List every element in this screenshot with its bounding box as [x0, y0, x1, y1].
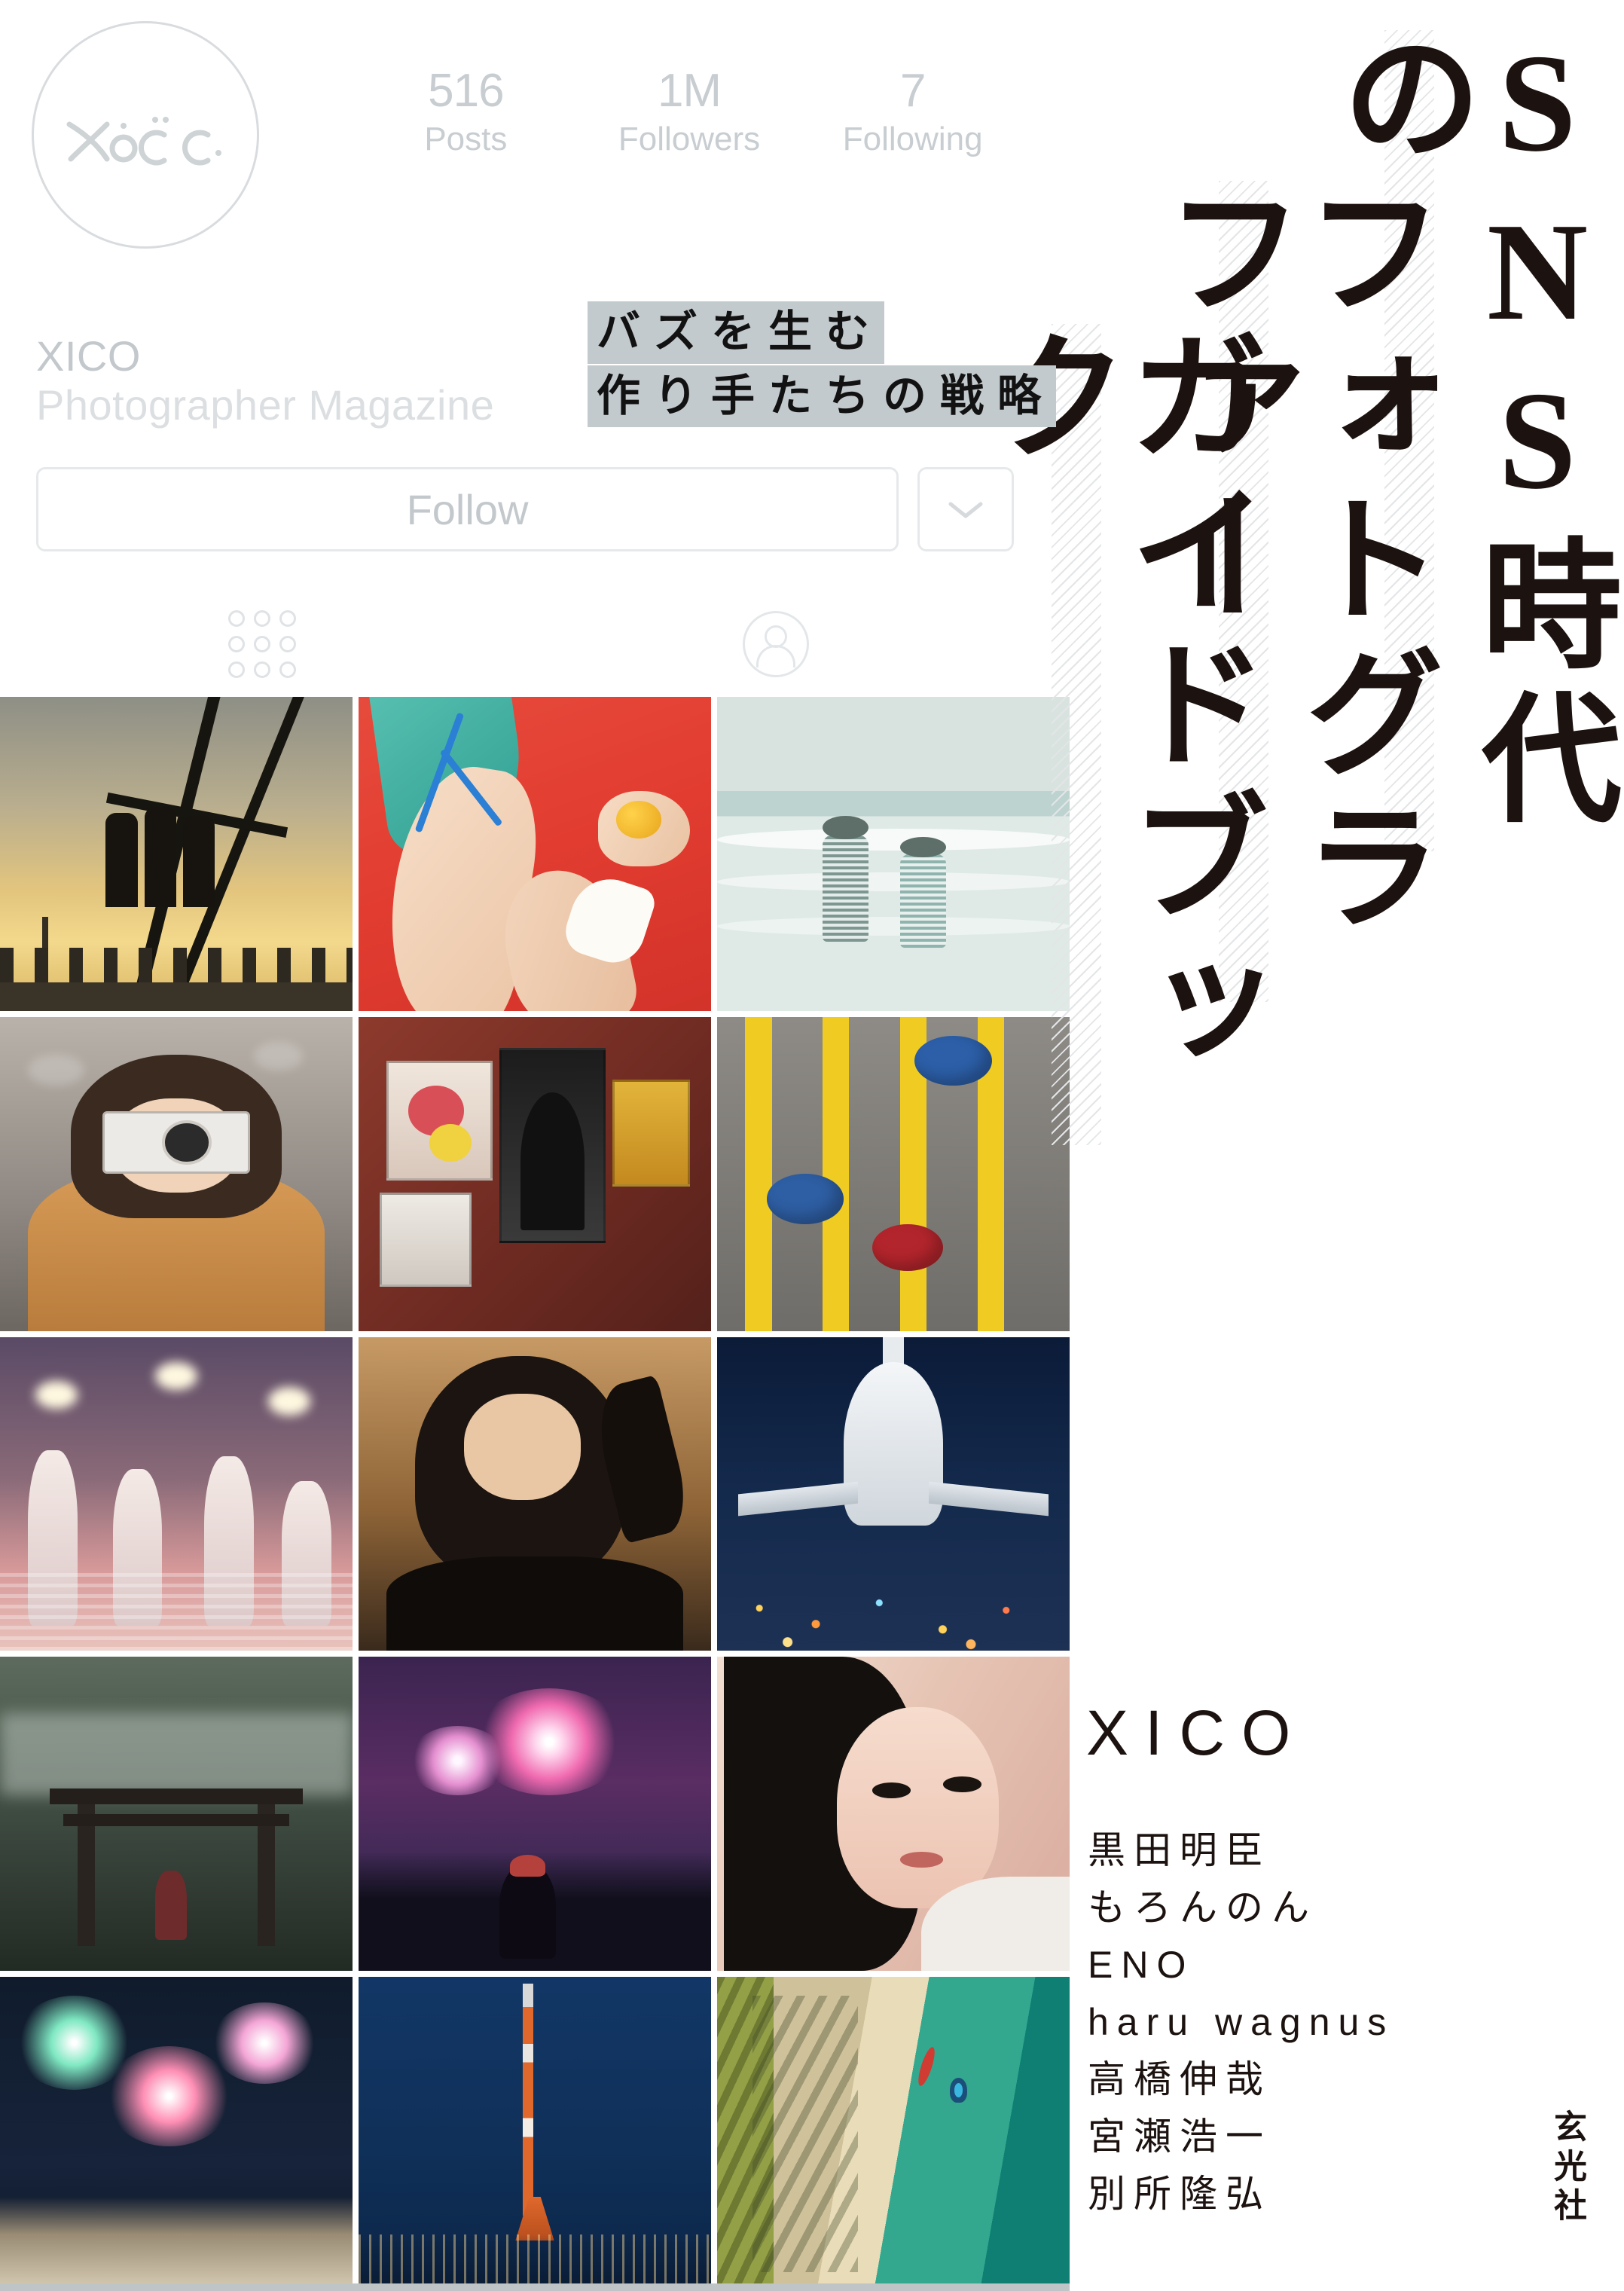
following-count: 7 [899, 65, 926, 117]
photo-grid [0, 697, 1070, 2291]
profile-stats: 516 Posts 1M Followers 7 Following [354, 66, 1024, 160]
posts-count: 516 [428, 65, 504, 117]
author-name: ENO [1088, 1944, 1195, 1986]
author-name: 別所隆弘 [1088, 2173, 1271, 2215]
profile-bio: Photographer Magazine [36, 381, 495, 429]
grid-photo[interactable] [0, 1657, 353, 1972]
follow-button[interactable]: Follow [36, 467, 899, 551]
grid-photo[interactable] [717, 1977, 1070, 2291]
xico-script-logo-icon [66, 117, 221, 166]
author-name: 黒田明臣 [1088, 1829, 1271, 1871]
title-column-3: ガイドブック [967, 324, 1262, 1092]
grid-photo[interactable] [0, 1016, 353, 1331]
bottom-divider [0, 2283, 1070, 2291]
tab-tagged[interactable] [731, 603, 821, 686]
author-brand: XICO [1086, 1697, 1308, 1768]
grid-photo[interactable] [717, 1336, 1070, 1651]
grid-photo[interactable] [359, 1016, 711, 1331]
posts-label: Posts [424, 121, 508, 158]
grid-photo[interactable] [359, 1657, 711, 1972]
grid-icon [228, 610, 296, 678]
grid-photo[interactable] [0, 697, 353, 1011]
followers-label: Followers [618, 121, 761, 158]
author-list: 黒田明臣 もろんのん ENO haru wagnus 高橋伸哉 宮瀬浩一 別所隆… [1088, 1822, 1510, 2222]
person-tagged-icon [743, 611, 809, 677]
tab-posts-grid[interactable] [217, 603, 307, 686]
stat-followers[interactable]: 1M Followers [578, 66, 801, 160]
catch-copy: バズを生む 作り手たちの戦略 [588, 301, 1057, 428]
grid-photo[interactable] [0, 1336, 353, 1651]
grid-photo[interactable] [717, 1657, 1070, 1972]
title-panel: SNS時代の フォトグラファー ガイドブック XICO 黒田明臣 もろんのん E… [967, 0, 1624, 2291]
grid-photo[interactable] [359, 697, 711, 1011]
stat-following[interactable]: 7 Following [801, 66, 1024, 160]
grid-photo[interactable] [0, 1977, 353, 2291]
author-name: 宮瀬浩一 [1088, 2115, 1271, 2158]
catch-copy-line-2: 作り手たちの戦略 [588, 365, 1057, 428]
grid-photo[interactable] [359, 1977, 711, 2291]
author-name: haru wagnus [1088, 2001, 1395, 2043]
catch-copy-line-1: バズを生む [588, 301, 885, 364]
avatar[interactable] [32, 21, 259, 249]
stat-posts[interactable]: 516 Posts [354, 66, 578, 160]
grid-photo[interactable] [359, 1336, 711, 1651]
publisher-name: 玄光社 [1549, 2109, 1586, 2227]
followers-count: 1M [657, 65, 722, 117]
author-name: もろんのん [1088, 1886, 1317, 1929]
profile-tabs [0, 595, 1070, 693]
following-label: Following [842, 121, 983, 158]
follow-button-label: Follow [406, 485, 529, 533]
profile-username: XICO [36, 332, 141, 380]
book-cover: 516 Posts 1M Followers 7 Following XICO … [0, 0, 1624, 2291]
author-name: 高橋伸哉 [1088, 2058, 1271, 2100]
